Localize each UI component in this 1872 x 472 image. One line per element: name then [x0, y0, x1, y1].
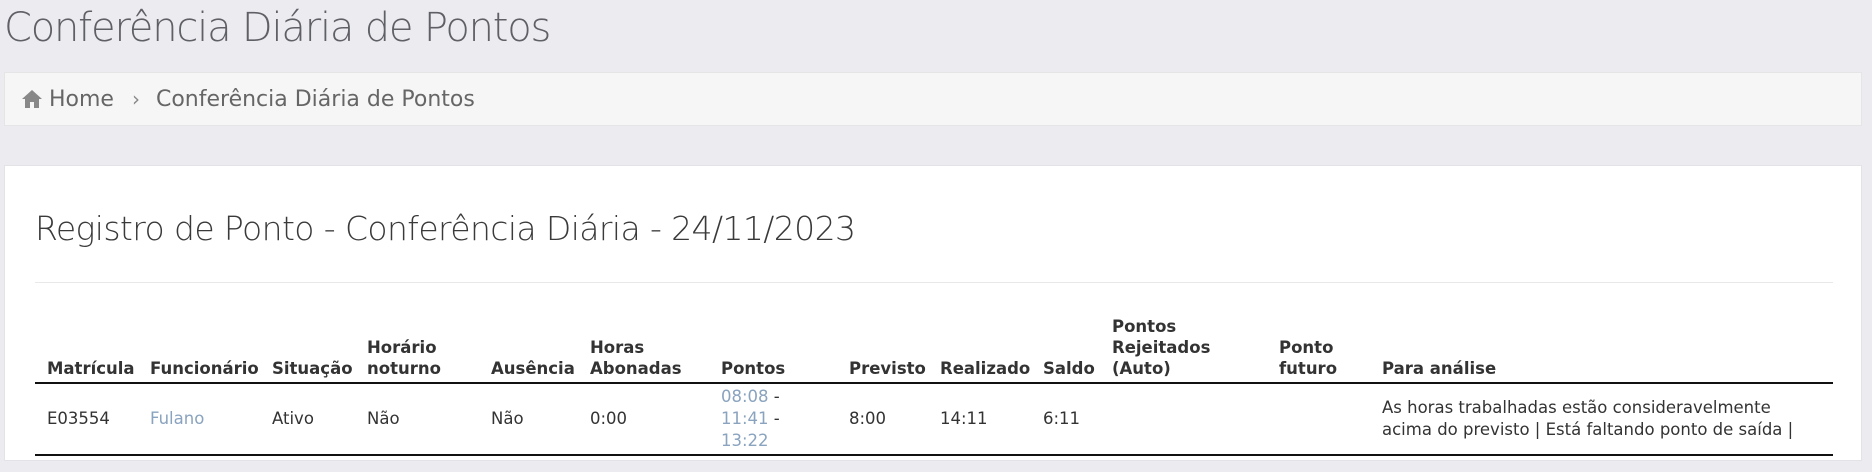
header-saldo[interactable]: Saldo [1031, 312, 1100, 384]
breadcrumb-current: Conferência Diária de Pontos [155, 86, 475, 112]
header-realizado[interactable]: Realizado [928, 312, 1031, 384]
cell-matricula: E03554 [35, 383, 138, 456]
header-ponto-futuro[interactable]: Ponto futuro [1267, 312, 1370, 384]
header-pontos-rejeitados[interactable]: Pontos Rejeitados (Auto) [1100, 312, 1267, 384]
punch-link-2[interactable]: 11:41 [721, 409, 769, 428]
cell-horario-noturno: Não [355, 383, 479, 456]
header-horario-noturno-line1: Horário [367, 338, 437, 357]
attendance-table: Matrícula Funcionário Situação Horário no… [35, 312, 1833, 456]
cell-ponto-futuro [1267, 383, 1370, 456]
cell-previsto: 8:00 [837, 383, 928, 456]
cell-horas-abonadas: 0:00 [578, 383, 709, 456]
cell-para-analise: As horas trabalhadas estão consideravelm… [1370, 383, 1833, 456]
page-title: Conferência Diária de Pontos [4, 5, 551, 51]
punch-link-1[interactable]: 08:08 [721, 387, 769, 406]
header-pontos[interactable]: Pontos [709, 312, 837, 384]
header-horario-noturno[interactable]: Horário noturno [355, 312, 479, 384]
punch-separator: - [768, 409, 780, 428]
cell-ausencia: Não [479, 383, 578, 456]
header-funcionario[interactable]: Funcionário [138, 312, 260, 384]
cell-saldo: 6:11 [1031, 383, 1100, 456]
header-pontos-rejeitados-line1: Pontos [1112, 317, 1177, 336]
header-ponto-futuro-line2: futuro [1279, 359, 1338, 378]
cell-pontos-rejeitados [1100, 383, 1267, 456]
punch-separator: - [768, 387, 780, 406]
punch-link-3[interactable]: 13:22 [721, 431, 769, 450]
header-horas-abonadas[interactable]: Horas Abonadas [578, 312, 709, 384]
header-situacao[interactable]: Situação [260, 312, 355, 384]
panel-divider [35, 282, 1833, 283]
table-row: E03554 Fulano Ativo Não Não 0:00 08:08 -… [35, 383, 1833, 456]
header-ponto-futuro-line1: Ponto [1279, 338, 1334, 357]
header-horario-noturno-line2: noturno [367, 359, 441, 378]
cell-pontos: 08:08 - 11:41 - 13:22 [709, 383, 837, 456]
cell-funcionario: Fulano [138, 383, 260, 456]
header-ausencia[interactable]: Ausência [479, 312, 578, 384]
breadcrumb-separator: › [131, 87, 140, 111]
panel-title: Registro de Ponto - Conferência Diária -… [35, 209, 856, 248]
header-horas-abonadas-line1: Horas [590, 338, 645, 357]
header-pontos-rejeitados-line2: Rejeitados (Auto) [1112, 338, 1211, 378]
cell-situacao: Ativo [260, 383, 355, 456]
header-previsto[interactable]: Previsto [837, 312, 928, 384]
conference-panel: Registro de Ponto - Conferência Diária -… [4, 165, 1862, 461]
header-horas-abonadas-line2: Abonadas [590, 359, 682, 378]
header-para-analise[interactable]: Para análise [1370, 312, 1833, 384]
breadcrumb: Home › Conferência Diária de Pontos [4, 72, 1862, 126]
home-icon [22, 90, 42, 108]
employee-link[interactable]: Fulano [150, 409, 204, 428]
breadcrumb-home-link[interactable]: Home [49, 87, 114, 112]
header-matricula[interactable]: Matrícula [35, 312, 138, 384]
table-header-row: Matrícula Funcionário Situação Horário no… [35, 312, 1833, 384]
cell-realizado: 14:11 [928, 383, 1031, 456]
